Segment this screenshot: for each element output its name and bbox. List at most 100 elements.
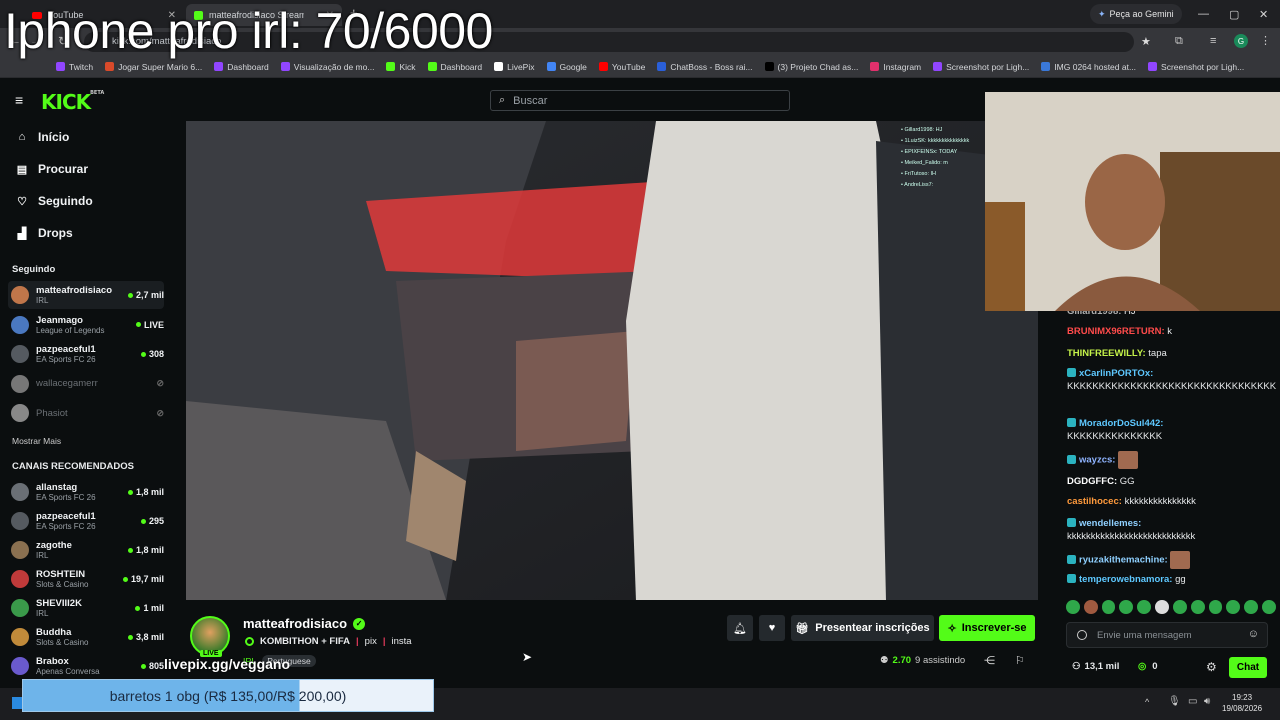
bookmark-item[interactable]: Google	[546, 62, 587, 72]
following-channel[interactable]: Jeanmago League of Legends LIVE	[8, 311, 164, 339]
system-clock[interactable]: 19:23 19/08/2026	[1222, 692, 1262, 714]
emote-icon[interactable]	[1208, 600, 1223, 614]
recommended-channel[interactable]: Buddha Slots & Casino 3,8 mil	[8, 623, 164, 651]
chat-username[interactable]: DGDGFFC:	[1067, 476, 1117, 487]
recommended-channel[interactable]: Brabox Apenas Conversa 805	[8, 652, 164, 680]
emote-icon[interactable]	[1190, 600, 1205, 614]
recommended-channel[interactable]: zagothe IRL 1,8 mil	[8, 536, 164, 564]
report-icon[interactable]: ⚐	[1015, 654, 1025, 667]
show-more-link[interactable]: Mostrar Mais	[12, 436, 61, 446]
following-channel[interactable]: pazpeaceful1 EA Sports FC 26 308	[8, 340, 164, 368]
channel-viewers: 1,8 mil	[127, 487, 164, 497]
chat-username[interactable]: BRUNIMX96RETURN:	[1067, 326, 1165, 337]
profile-avatar[interactable]: G	[1234, 34, 1248, 48]
recommended-channel[interactable]: allanstag EA Sports FC 26 1,8 mil	[8, 478, 164, 506]
donation-goal-bar: barretos 1 obg (R$ 135,00/R$ 200,00)	[22, 679, 434, 712]
chat-send-button[interactable]: Chat	[1229, 657, 1267, 678]
chat-message-input[interactable]: Envie uma mensagem ☺	[1066, 622, 1268, 648]
close-window-button[interactable]: ✕	[1259, 8, 1268, 21]
bookmark-item[interactable]: Instagram	[870, 62, 921, 72]
share-icon[interactable]: ⋲	[984, 654, 995, 667]
emote-icon[interactable]	[1119, 600, 1134, 614]
channel-points[interactable]: ⚇ 13,1 mil	[1072, 661, 1119, 672]
tray-chevron-icon[interactable]: ^	[1145, 697, 1149, 707]
emote-icon[interactable]	[1101, 600, 1116, 614]
kcoins[interactable]: ◎ 0	[1138, 661, 1158, 672]
recommended-channel[interactable]: pazpeaceful1 EA Sports FC 26 295	[8, 507, 164, 535]
volume-icon[interactable]: 🔊︎	[1204, 696, 1210, 707]
recommended-channel[interactable]: SHEVIII2K IRL 1 mil	[8, 594, 164, 622]
chat-username[interactable]: temperowebnamora:	[1079, 574, 1172, 585]
emote-icon[interactable]	[1226, 600, 1241, 614]
emote-icon[interactable]	[1066, 600, 1080, 614]
notification-bell-button[interactable]: 🔔︎	[727, 615, 753, 641]
bookmark-item[interactable]: Screenshot por Ligh...	[1148, 62, 1244, 72]
viewers-suffix: 9 assistindo	[915, 655, 966, 666]
microphone-icon[interactable]: 🎙︎	[1168, 696, 1181, 707]
nav-following[interactable]: ♡ Seguindo	[16, 194, 93, 208]
maximize-button[interactable]: ▢	[1229, 8, 1239, 21]
bookmark-item[interactable]: (3) Projeto Chad as...	[764, 62, 858, 72]
chat-username[interactable]: xCarlinPORTOx:	[1079, 368, 1153, 379]
bookmark-item[interactable]: Screenshot por Ligh...	[933, 62, 1029, 72]
bookmark-item[interactable]: Jogar Super Mario 6...	[105, 62, 202, 72]
streamer-name[interactable]: matteafrodisiaco ✓	[243, 616, 366, 631]
chat-username[interactable]: wayzcs:	[1079, 455, 1115, 466]
network-icon[interactable]: ▭	[1188, 696, 1197, 707]
nav-home[interactable]: ⌂ Início	[16, 130, 70, 144]
following-channel[interactable]: matteafrodisiaco IRL 2,7 mil	[8, 281, 164, 309]
emote-icon[interactable]	[1083, 600, 1098, 614]
media-icon[interactable]: ≡	[1210, 35, 1216, 47]
offline-icon: ⊘	[156, 407, 164, 418]
subscribe-button[interactable]: ✧ Inscrever-se	[939, 615, 1035, 641]
insta-link[interactable]: insta	[392, 636, 412, 647]
bookmark-item[interactable]: Dashboard	[427, 62, 482, 72]
subscriber-badge-icon	[1067, 518, 1076, 527]
chat-username[interactable]: castilhocec:	[1067, 496, 1122, 507]
bookmark-item[interactable]: ChatBoss - Boss rai...	[657, 62, 753, 72]
channel-avatar	[11, 570, 29, 588]
emote-icon[interactable]	[1262, 600, 1276, 614]
channel-avatar	[11, 374, 29, 393]
search-input[interactable]: ⌕ Buscar	[490, 90, 790, 111]
bookmark-item[interactable]: IMG 0264 hosted at...	[1041, 62, 1136, 72]
emoji-icon[interactable]: ☺	[1248, 628, 1259, 640]
star-icon[interactable]: ★	[1141, 35, 1151, 48]
gift-icon: 🎁︎	[795, 622, 810, 635]
pix-link[interactable]: pix	[365, 636, 377, 647]
chat-username[interactable]: ryuzakithemachine:	[1079, 555, 1168, 566]
bookmark-item[interactable]: LivePix	[494, 62, 535, 72]
chat-username[interactable]: MoradorDoSul442:	[1079, 418, 1163, 429]
emote-icon[interactable]	[1244, 600, 1259, 614]
bookmark-item[interactable]: Visualização de mo...	[280, 62, 374, 72]
gemini-button[interactable]: ✦ Peça ao Gemini	[1090, 4, 1182, 24]
bookmark-item[interactable]: Kick	[386, 62, 416, 72]
menu-icon[interactable]: ⋮	[1260, 34, 1271, 47]
nav-browse[interactable]: ▤ Procurar	[16, 162, 88, 176]
chat-username[interactable]: Gillard1998:	[1067, 311, 1121, 317]
bookmark-item[interactable]: YouTube	[598, 62, 645, 72]
live-dot	[122, 576, 128, 582]
follow-heart-button[interactable]: ♥	[759, 615, 785, 641]
emote-icon[interactable]	[1137, 600, 1152, 614]
nav-drops[interactable]: ▟ Drops	[16, 226, 73, 240]
video-player[interactable]: • Gillard1998: HJ • 1LuizSK: kkkkkkkkkkk…	[186, 121, 1038, 600]
emote-icon[interactable]	[1172, 600, 1187, 614]
kick-logo[interactable]: KICKBETA	[41, 90, 104, 114]
star-icon: ✧	[947, 622, 957, 635]
bookmark-item[interactable]: Twitch	[56, 62, 93, 72]
chat-username[interactable]: THINFREEWILLY:	[1067, 348, 1146, 359]
nav-label: Drops	[38, 226, 73, 240]
hamburger-menu-icon[interactable]: ≡	[15, 92, 23, 108]
settings-gear-icon[interactable]: ⚙	[1206, 660, 1217, 674]
record-icon[interactable]	[1077, 630, 1087, 640]
following-channel[interactable]: wallacegamerr ⊘	[8, 370, 164, 398]
following-channel[interactable]: Phasiot ⊘	[8, 399, 164, 427]
extensions-icon[interactable]: ⧉	[1175, 35, 1183, 48]
recommended-channel[interactable]: ROSHTEIN Slots & Casino 19,7 mil	[8, 565, 164, 593]
minimize-button[interactable]: —	[1198, 8, 1209, 20]
gift-subs-button[interactable]: 🎁︎ Presentear inscrições	[791, 615, 934, 641]
chat-username[interactable]: wendellemes:	[1079, 518, 1141, 529]
emote-icon[interactable]	[1155, 600, 1169, 614]
bookmark-item[interactable]: Dashboard	[214, 62, 269, 72]
